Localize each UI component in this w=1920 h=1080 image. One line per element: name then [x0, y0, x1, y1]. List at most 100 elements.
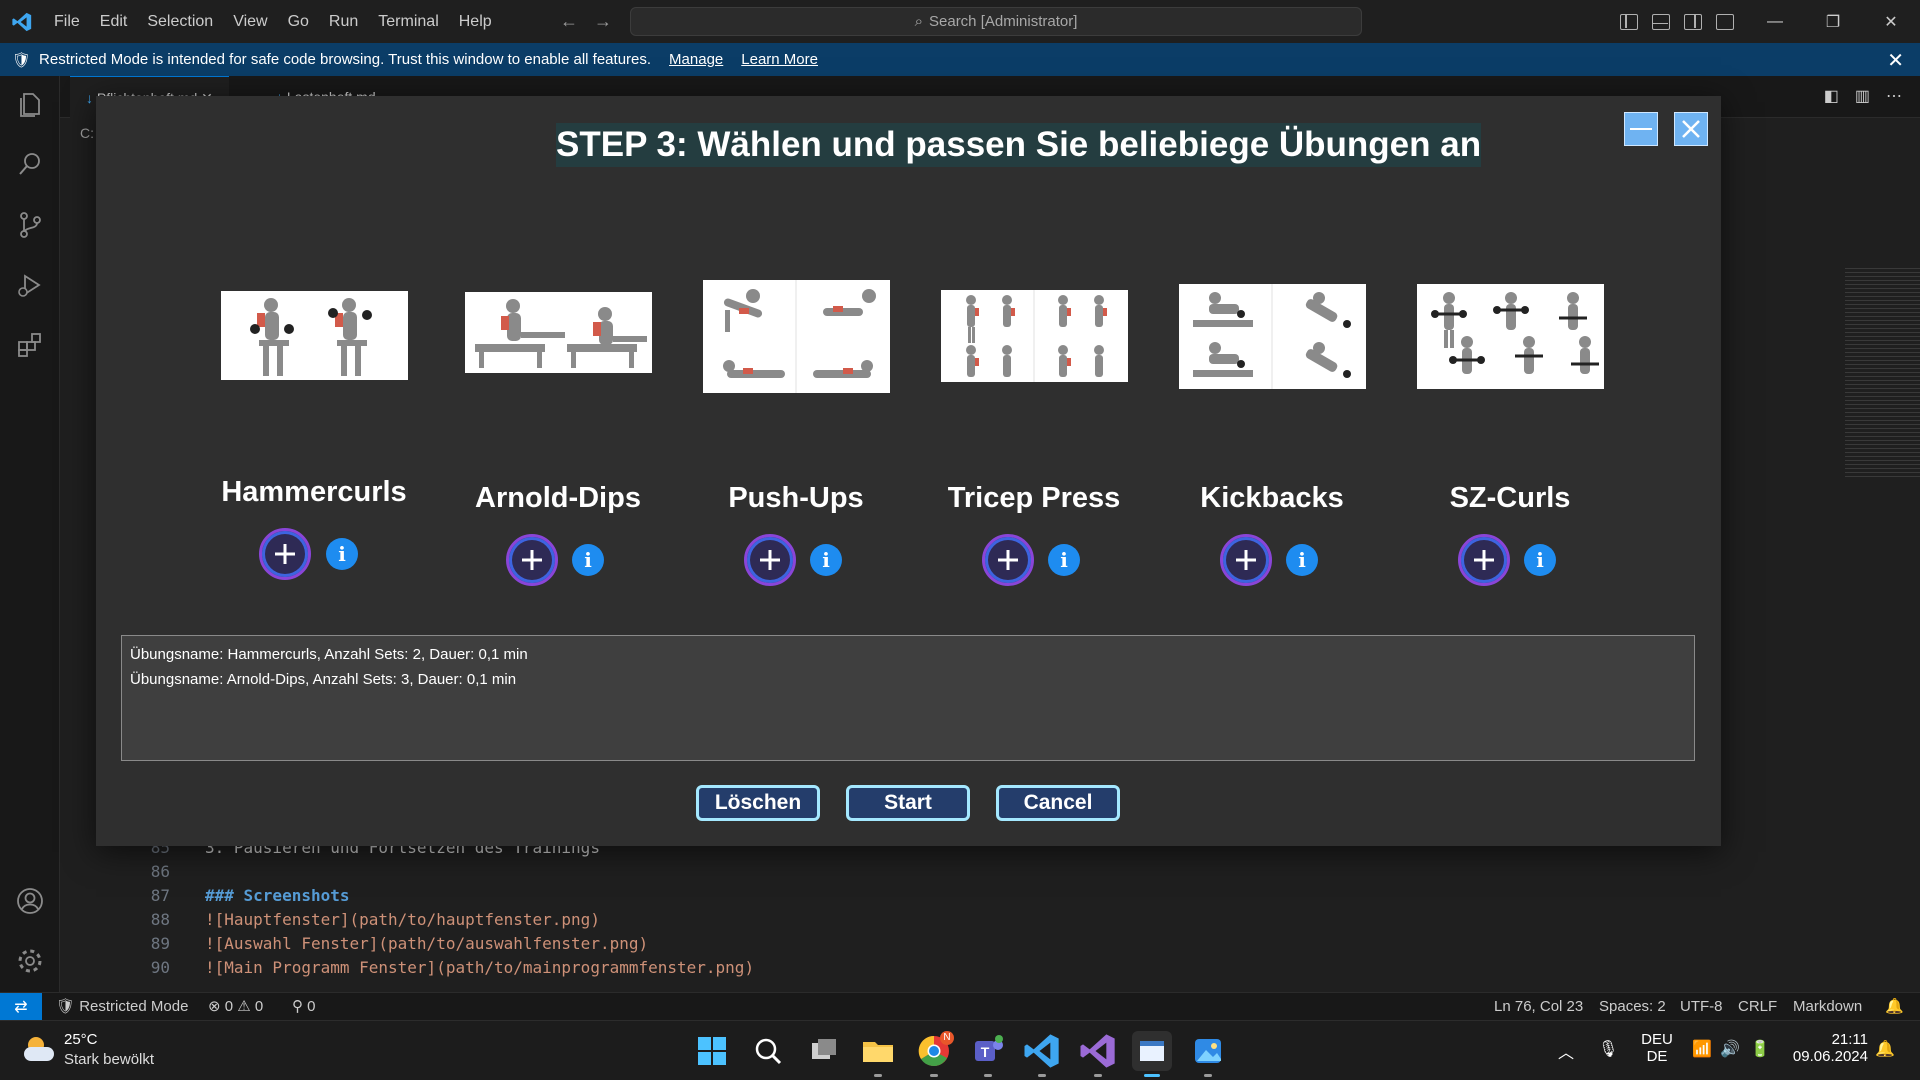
info-icon: i [338, 542, 346, 566]
info-button[interactable]: i [1048, 544, 1080, 576]
indentation[interactable]: Spaces: 2 [1599, 993, 1666, 1021]
minimap[interactable] [1845, 268, 1920, 478]
list-item[interactable]: Übungsname: Arnold-Dips, Anzahl Sets: 3,… [130, 667, 1686, 692]
notifications-bell-icon[interactable]: 🔔 [1885, 993, 1904, 1021]
error-icon: ⊗ [208, 998, 221, 1015]
info-icon: i [584, 548, 592, 572]
source-control-icon[interactable] [15, 210, 45, 240]
add-exercise-button[interactable] [744, 534, 796, 586]
antenna-icon: ⚲ [292, 998, 308, 1015]
dialog-title: STEP 3: Wählen und passen Sie beliebiege… [556, 123, 1482, 167]
info-button[interactable]: i [1524, 544, 1556, 576]
add-exercise-button[interactable] [506, 534, 558, 586]
learn-more-link[interactable]: Learn More [741, 51, 818, 68]
task-view-icon[interactable] [804, 1031, 844, 1071]
photos-icon[interactable] [1188, 1031, 1228, 1077]
info-button[interactable]: i [326, 538, 358, 570]
window-close-icon[interactable]: ✕ [1862, 0, 1920, 43]
exercise-name: Tricep Press [947, 482, 1121, 514]
exercise-image [1179, 284, 1366, 389]
toggle-secondary-sidebar-icon[interactable] [1684, 13, 1702, 30]
add-exercise-button[interactable] [259, 528, 311, 580]
remote-indicator-icon[interactable]: ⇄ [0, 993, 42, 1021]
activity-bar [0, 76, 60, 992]
weather-desc[interactable]: Stark bewölkt [64, 1051, 154, 1068]
menu-terminal[interactable]: Terminal [368, 0, 448, 43]
customize-layout-icon[interactable] [1716, 13, 1734, 30]
split-editor-icon[interactable]: ▥ [1855, 86, 1870, 106]
weather-cloud-icon[interactable] [22, 1035, 56, 1065]
open-preview-icon[interactable]: ◧ [1824, 86, 1839, 106]
toggle-panel-icon[interactable] [1652, 13, 1670, 30]
wifi-icon[interactable]: 📶 [1692, 1039, 1712, 1059]
accounts-icon[interactable] [15, 886, 45, 916]
menu-selection[interactable]: Selection [137, 0, 223, 43]
cursor-position[interactable]: Ln 76, Col 23 [1494, 993, 1583, 1021]
language-mode[interactable]: Markdown [1793, 993, 1862, 1021]
encoding[interactable]: UTF-8 [1680, 993, 1723, 1021]
menu-view[interactable]: View [223, 0, 277, 43]
menu-file[interactable]: File [44, 0, 90, 43]
plus-icon [1474, 550, 1494, 570]
dialog-close-button[interactable] [1674, 112, 1708, 146]
windows-taskbar: 25°C Stark bewölkt N T ︿ 🎙 DEU DE 📶 🔊 🔋 … [0, 1020, 1920, 1080]
more-actions-icon[interactable]: ⋯ [1886, 86, 1902, 106]
info-button[interactable]: i [1286, 544, 1318, 576]
add-exercise-button[interactable] [1458, 534, 1510, 586]
breadcrumb[interactable]: C: [80, 125, 94, 141]
banner-close-icon[interactable]: ✕ [1887, 48, 1904, 73]
file-explorer-icon[interactable] [858, 1031, 898, 1077]
info-button[interactable]: i [810, 544, 842, 576]
close-icon [1682, 120, 1700, 138]
menu-edit[interactable]: Edit [90, 0, 138, 43]
selected-exercises-list[interactable]: Übungsname: Hammercurls, Anzahl Sets: 2,… [121, 635, 1695, 761]
add-exercise-button[interactable] [982, 534, 1034, 586]
visual-studio-icon[interactable] [1078, 1031, 1118, 1077]
exercise-name: Arnold-Dips [475, 482, 641, 514]
forward-arrow-icon[interactable]: → [594, 11, 612, 32]
restricted-mode-status[interactable]: 🛡 Restricted Mode [56, 993, 188, 1021]
info-button[interactable]: i [572, 544, 604, 576]
weather-temp[interactable]: 25°C [64, 1031, 98, 1048]
extensions-icon[interactable] [15, 330, 45, 360]
search-taskbar-icon[interactable] [748, 1031, 788, 1071]
exercise-name: Push-Ups [728, 482, 864, 514]
tray-overflow-chevron-icon[interactable]: ︿ [1558, 1039, 1574, 1063]
info-icon: i [1536, 548, 1544, 572]
start-windows-icon[interactable] [692, 1031, 732, 1071]
chrome-icon[interactable]: N [914, 1031, 954, 1077]
volume-icon[interactable]: 🔊 [1720, 1039, 1740, 1059]
line-ending[interactable]: CRLF [1738, 993, 1777, 1021]
title-bar: File Edit Selection View Go Run Terminal… [0, 0, 1920, 43]
delete-button[interactable]: Löschen [696, 785, 820, 821]
restricted-mode-banner: 🛡 Restricted Mode is intended for safe c… [0, 43, 1920, 76]
back-arrow-icon[interactable]: ← [560, 11, 578, 32]
cancel-button[interactable]: Cancel [996, 785, 1120, 821]
toggle-sidebar-icon[interactable] [1620, 13, 1638, 30]
vscode-taskbar-icon[interactable] [1022, 1031, 1062, 1077]
settings-gear-icon[interactable] [15, 946, 45, 976]
python-app-window-icon[interactable] [1132, 1031, 1172, 1077]
menu-help[interactable]: Help [449, 0, 502, 43]
microphone-icon[interactable]: 🎙 [1598, 1039, 1618, 1059]
input-language[interactable]: DEU DE [1640, 1031, 1674, 1065]
notification-center-icon[interactable]: 🔔 [1875, 1039, 1895, 1059]
ports-status[interactable]: ⚲ 0 [292, 993, 316, 1021]
menu-go[interactable]: Go [278, 0, 319, 43]
run-debug-icon[interactable] [15, 270, 45, 300]
list-item[interactable]: Übungsname: Hammercurls, Anzahl Sets: 2,… [130, 642, 1686, 667]
add-exercise-button[interactable] [1220, 534, 1272, 586]
start-button[interactable]: Start [846, 785, 970, 821]
dialog-minimize-button[interactable] [1624, 112, 1658, 146]
manage-link[interactable]: Manage [669, 51, 723, 68]
window-minimize-icon[interactable]: — [1746, 0, 1804, 43]
battery-icon[interactable]: 🔋 [1750, 1039, 1770, 1059]
search-view-icon[interactable] [15, 149, 45, 179]
clock[interactable]: 21:11 09.06.2024 [1790, 1031, 1868, 1065]
explorer-icon[interactable] [15, 90, 45, 120]
menu-run[interactable]: Run [319, 0, 368, 43]
window-restore-icon[interactable]: ❐ [1804, 0, 1862, 43]
command-center-search[interactable]: ⌕ Search [Administrator] [630, 7, 1362, 36]
teams-icon[interactable]: T [968, 1031, 1008, 1077]
problems-status[interactable]: ⊗ 0 ⚠ 0 [208, 993, 263, 1021]
